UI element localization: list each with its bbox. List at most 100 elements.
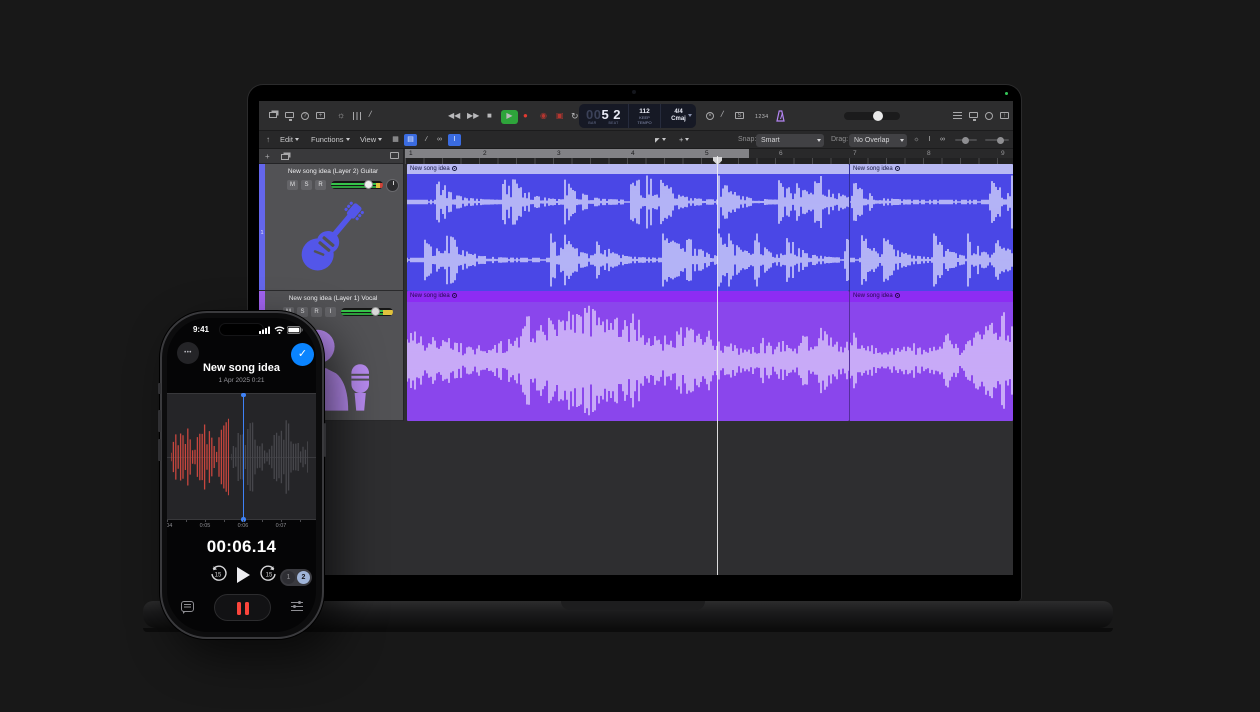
audio-region-guitar-2[interactable]: New song idea	[849, 164, 1013, 291]
audio-region-vocal[interactable]: New song idea	[407, 291, 849, 421]
track-name[interactable]: New song idea (Layer 2) Guitar	[267, 168, 399, 175]
record-enable-button[interactable]: R	[311, 307, 322, 317]
memo-waveform-panel[interactable]: 1 2	[167, 393, 316, 520]
solo-icon[interactable]: S	[735, 112, 744, 119]
smart-controls-icon[interactable]	[969, 112, 978, 118]
transcript-icon[interactable]	[181, 601, 194, 612]
svg-text:15: 15	[266, 572, 273, 578]
pause-button[interactable]	[214, 594, 271, 621]
input-monitor-button[interactable]: I	[325, 307, 336, 317]
memo-playhead[interactable]	[243, 395, 245, 520]
rewind-button[interactable]: ◀◀	[448, 110, 460, 122]
pan-knob[interactable]	[386, 179, 399, 192]
region-name[interactable]: New song idea	[850, 291, 1013, 302]
lcd-display[interactable]: 005 2 BARBEAT 112 KEEP TEMPO 4/4 Cmaj	[579, 104, 696, 128]
secondary-tool-selector[interactable]: +	[679, 134, 689, 146]
library-icon[interactable]	[285, 112, 294, 118]
add-track-button[interactable]: +	[265, 153, 270, 161]
forward-button[interactable]: ▶▶	[467, 110, 479, 122]
count-in-icon[interactable]: 1234	[755, 113, 768, 121]
wifi-icon	[274, 326, 285, 334]
pencil-tool-icon[interactable]: /	[720, 110, 724, 118]
volume-slider[interactable]	[844, 112, 900, 120]
share-icon[interactable]: ↑	[1000, 112, 1009, 119]
loop-browser-icon[interactable]	[985, 112, 993, 120]
vertical-zoom-slider[interactable]	[955, 139, 977, 141]
arrange-area[interactable]: 1 2 3 4 5 6 7 8 9	[405, 149, 1013, 575]
pencil-icon[interactable]: /	[368, 110, 372, 118]
skip-forward-15-button[interactable]: 15	[260, 565, 278, 583]
iphone-screen: 9:41 ••• ✓ New son	[167, 318, 316, 632]
track-name[interactable]: New song idea (Layer 1) Vocal	[267, 295, 399, 302]
bar-ruler[interactable]: 1 2 3 4 5 6 7 8 9	[405, 149, 1013, 164]
fader-knob[interactable]	[371, 307, 380, 316]
volume-fader[interactable]	[331, 181, 383, 189]
mute-button[interactable]: M	[287, 180, 298, 190]
play-button[interactable]	[237, 567, 250, 583]
more-options-button[interactable]: •••	[177, 342, 199, 364]
action-button[interactable]	[158, 383, 161, 394]
follow-tempo-icon	[452, 293, 457, 298]
volume-up-button[interactable]	[158, 410, 161, 432]
track-header-guitar[interactable]: 1 New song idea (Layer 2) Guitar M S R	[259, 164, 404, 291]
memo-title: New song idea	[167, 362, 316, 374]
layer-2-button[interactable]: 2	[297, 571, 310, 584]
follow-tempo-icon	[895, 293, 900, 298]
solo-button[interactable]: S	[301, 180, 312, 190]
add-track-icon[interactable]: +	[316, 112, 325, 119]
volume-slider-knob[interactable]	[873, 111, 883, 121]
drag-dropdown[interactable]: No Overlap	[849, 134, 907, 147]
list-editors-icon[interactable]	[953, 112, 962, 119]
snap-dropdown[interactable]: Smart	[756, 134, 824, 147]
mixer-icon[interactable]	[353, 112, 361, 120]
skip-back-15-button[interactable]: 15	[209, 565, 227, 583]
chevron-down-icon[interactable]	[688, 114, 692, 119]
functions-menu[interactable]: Functions	[311, 134, 350, 146]
region-name[interactable]: New song idea	[407, 291, 849, 302]
fader-knob[interactable]	[364, 180, 373, 189]
metronome-icon[interactable]	[775, 110, 786, 122]
playhead[interactable]	[717, 156, 718, 575]
quick-help-icon[interactable]	[269, 112, 277, 118]
flex-icon[interactable]: I	[448, 134, 461, 146]
horizontal-zoom-slider[interactable]	[985, 139, 1009, 141]
duplicate-track-button[interactable]	[281, 154, 289, 160]
horizontal-zoom-knob[interactable]	[997, 137, 1004, 144]
automation-icon[interactable]: /	[419, 133, 434, 148]
playback-options-icon[interactable]	[291, 602, 303, 611]
stop-button[interactable]: ■	[487, 110, 492, 122]
region-name[interactable]: New song idea	[407, 164, 849, 174]
view-menu[interactable]: View	[360, 134, 382, 146]
volume-fader[interactable]	[341, 308, 393, 316]
volume-down-button[interactable]	[158, 439, 161, 461]
waveform-zoom-icon[interactable]: ∞	[937, 134, 948, 146]
edit-menu[interactable]: Edit	[280, 134, 299, 146]
cycle-icon[interactable]: ↻	[571, 110, 579, 122]
record-enable-button[interactable]: R	[315, 180, 326, 190]
autopunch-icon[interactable]: ▣	[556, 110, 564, 122]
record-button[interactable]: ●	[523, 110, 528, 122]
track-view-icon[interactable]: ▤	[404, 134, 417, 146]
play-button[interactable]: ▶	[501, 110, 518, 124]
audio-region-vocal-2[interactable]: New song idea	[849, 291, 1013, 421]
recorded-waveform-red	[171, 412, 229, 502]
camera-indicator-light	[1005, 92, 1008, 95]
erase-icon[interactable]: ×	[706, 112, 714, 120]
inspector-icon[interactable]: ?	[301, 112, 309, 120]
vertical-zoom-knob[interactable]	[962, 137, 969, 144]
text-tool-icon[interactable]: I	[924, 134, 935, 146]
region-name[interactable]: New song idea	[850, 164, 1013, 174]
audio-region-guitar[interactable]: New song idea	[407, 164, 849, 291]
layer-1-button[interactable]: 1	[282, 571, 295, 584]
track-header-options-icon[interactable]	[390, 152, 399, 159]
settings-icon[interactable]: ☼	[337, 111, 345, 119]
snap-label: Snap:	[738, 134, 756, 146]
capture-record-icon[interactable]: ◉	[540, 110, 547, 122]
catch-playhead-icon[interactable]: ☼	[911, 134, 922, 146]
power-button[interactable]	[324, 423, 327, 457]
grid-view-icon[interactable]: ▦	[389, 134, 402, 146]
layer-selector[interactable]: 1 2	[280, 569, 312, 586]
back-up-icon[interactable]: ↑	[266, 136, 270, 144]
pointer-tool-selector[interactable]: ◤	[655, 134, 666, 147]
flex-time-icon[interactable]: ∞	[433, 134, 446, 146]
